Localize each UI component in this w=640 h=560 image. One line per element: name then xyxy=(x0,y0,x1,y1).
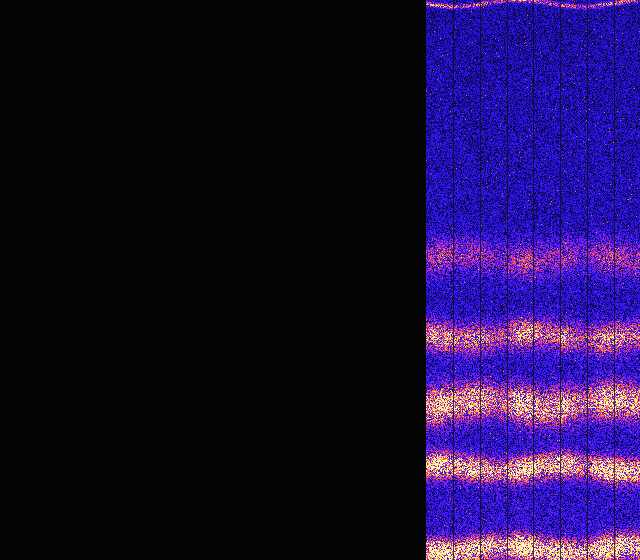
spectrogram-view xyxy=(0,0,640,560)
empty-plot-region xyxy=(0,0,426,560)
spectrogram-image xyxy=(426,0,640,560)
